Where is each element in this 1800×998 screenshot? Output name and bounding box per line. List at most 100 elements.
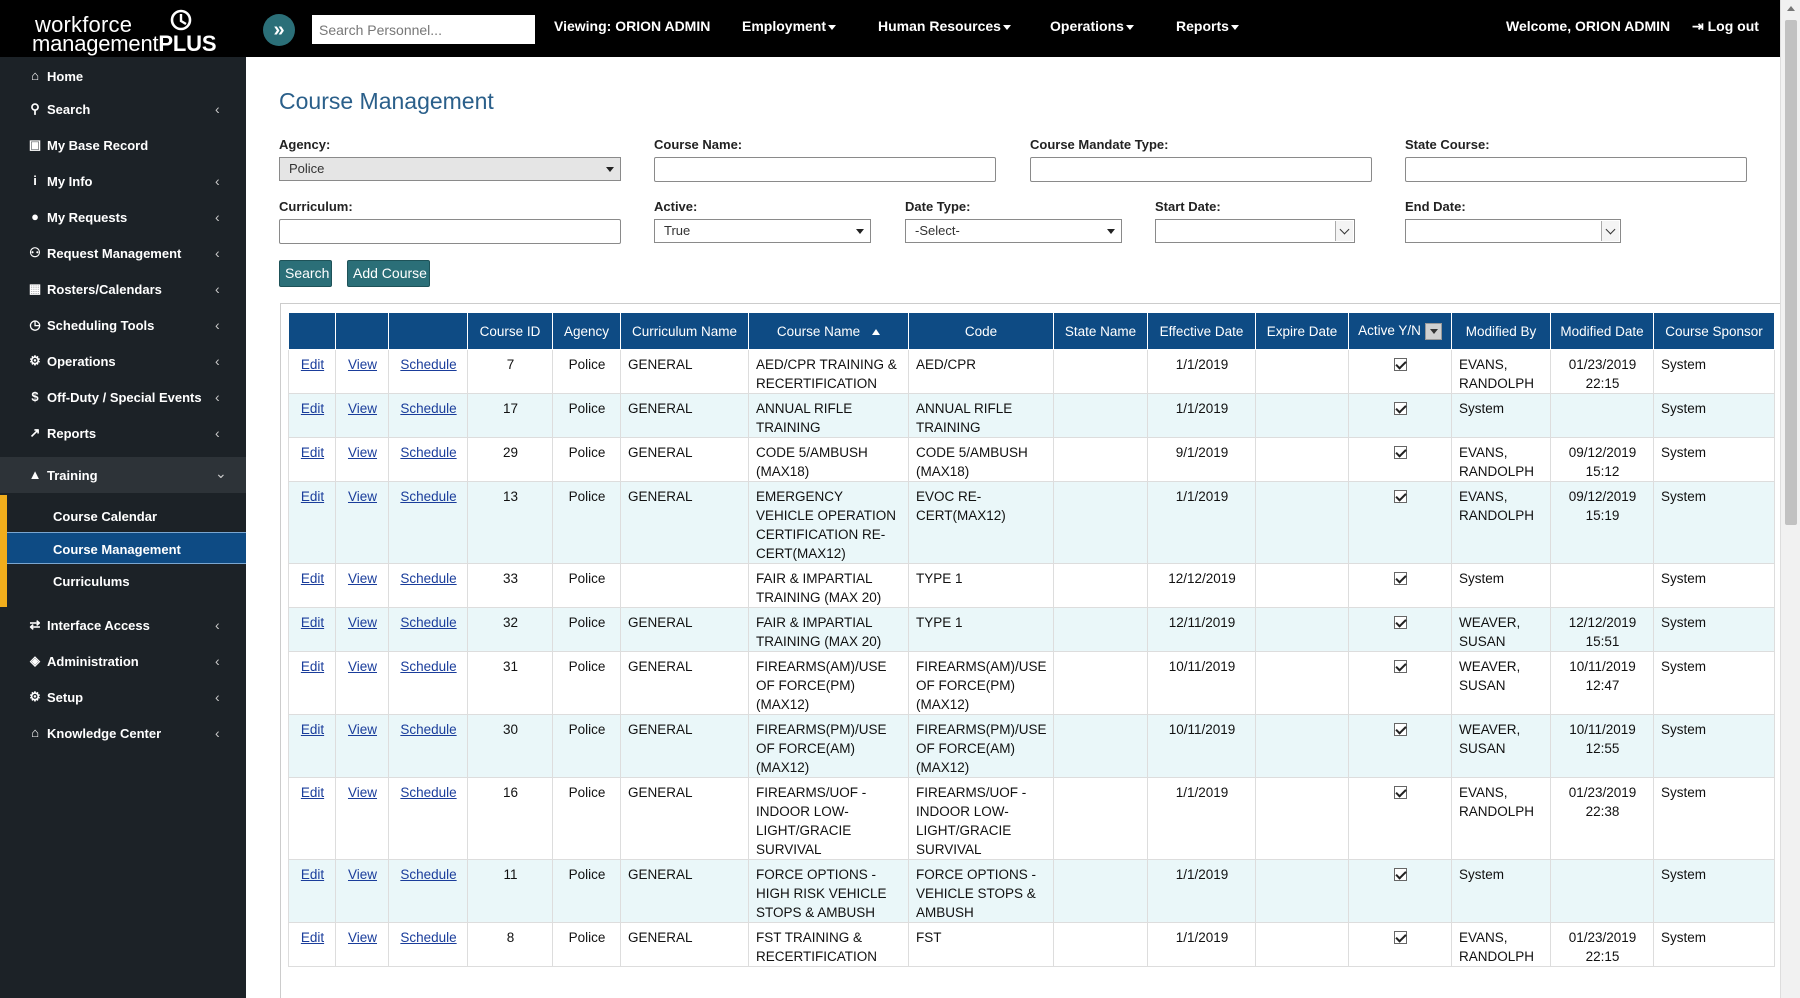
sidebar-item-administration[interactable]: ◈ Administration ‹ (0, 643, 246, 679)
sidebar-item-off-duty-special-events[interactable]: $ Off-Duty / Special Events ‹ (0, 379, 246, 415)
sidebar-toggle-button[interactable]: » (263, 14, 295, 46)
filter-dropdown-icon[interactable] (1424, 322, 1442, 340)
sidebar-item-course-calendar[interactable]: Course Calendar (7, 500, 246, 532)
logout-link[interactable]: ⇥ Log out (1692, 18, 1759, 35)
col-header-modified-by[interactable]: Modified By (1451, 312, 1551, 350)
edit-link[interactable]: Edit (301, 722, 324, 737)
schedule-link[interactable]: Schedule (400, 489, 456, 504)
table-row: Edit View Schedule 29 Police GENERAL CODE 5/AM… (288, 437, 1775, 482)
view-link[interactable]: View (348, 401, 377, 416)
col-header-course-name[interactable]: Course Name (748, 312, 909, 350)
col-header-course-id[interactable]: Course ID (467, 312, 553, 350)
nav-operations[interactable]: Operations (1050, 18, 1134, 34)
col-header-agency[interactable]: Agency (552, 312, 621, 350)
view-link[interactable]: View (348, 357, 377, 372)
course-mandate-type-input[interactable] (1030, 157, 1372, 182)
edit-link[interactable]: Edit (301, 445, 324, 460)
cell-active (1348, 859, 1452, 923)
agency-select[interactable]: Police (279, 157, 621, 181)
schedule-link[interactable]: Schedule (400, 867, 456, 882)
sidebar-item-curriculums[interactable]: Curriculums (7, 565, 246, 597)
chevron-left-icon: ‹ (215, 689, 220, 705)
edit-link[interactable]: Edit (301, 930, 324, 945)
edit-link[interactable]: Edit (301, 867, 324, 882)
schedule-link[interactable]: Schedule (400, 930, 456, 945)
view-link[interactable]: View (348, 659, 377, 674)
course-name-input[interactable] (654, 157, 996, 182)
sidebar-item-home[interactable]: ⌂ Home (0, 58, 246, 94)
sidebar-item-my-base-record[interactable]: ▣ My Base Record (0, 127, 246, 163)
end-date-picker[interactable] (1405, 219, 1621, 243)
sidebar-item-operations[interactable]: ⚙ Operations ‹ (0, 343, 246, 379)
nav-employment[interactable]: Employment (742, 18, 837, 34)
nav-human-resources[interactable]: Human Resources (878, 18, 1011, 34)
schedule-link[interactable]: Schedule (400, 401, 456, 416)
edit-link[interactable]: Edit (301, 659, 324, 674)
cell-agency: Police (552, 922, 621, 967)
chevron-left-icon: ‹ (215, 245, 220, 261)
col-header-curriculum-name[interactable]: Curriculum Name (620, 312, 749, 350)
sidebar-item-reports[interactable]: ↗ Reports ‹ (0, 415, 246, 451)
table-header-row: Course ID Agency Curriculum Name Course … (288, 312, 1775, 350)
cell-code: AED/CPR (908, 349, 1054, 394)
search-personnel-input[interactable] (312, 15, 535, 44)
sidebar-item-knowledge-center[interactable]: ⌂ Knowledge Center ‹ (0, 715, 246, 751)
state-course-input[interactable] (1405, 157, 1747, 182)
scrollbar-thumb[interactable] (1785, 20, 1797, 525)
sidebar-item-rosters-calendars[interactable]: ▦ Rosters/Calendars ‹ (0, 271, 246, 307)
chevron-down-icon[interactable] (1601, 221, 1619, 241)
sidebar-item-my-requests[interactable]: ● My Requests ‹ (0, 199, 246, 235)
cell-effective-date: 12/12/2019 (1147, 563, 1256, 608)
search-button[interactable]: Search (279, 260, 332, 287)
view-link[interactable]: View (348, 445, 377, 460)
edit-link[interactable]: Edit (301, 401, 324, 416)
edit-link[interactable]: Edit (301, 357, 324, 372)
active-checkbox (1394, 358, 1407, 371)
scroll-up-arrow-icon[interactable] (1787, 6, 1795, 11)
sidebar-item-my-info[interactable]: i My Info ‹ (0, 163, 246, 199)
date-type-select[interactable]: -Select- (905, 219, 1122, 243)
view-link[interactable]: View (348, 615, 377, 630)
sidebar-item-request-management[interactable]: ⚇ Request Management ‹ (0, 235, 246, 271)
edit-link[interactable]: Edit (301, 615, 324, 630)
schedule-link[interactable]: Schedule (400, 615, 456, 630)
page-scrollbar[interactable] (1780, 0, 1800, 998)
col-header-active[interactable]: Active Y/N (1348, 312, 1452, 350)
nav-reports[interactable]: Reports (1176, 18, 1239, 34)
schedule-link[interactable]: Schedule (400, 357, 456, 372)
edit-link[interactable]: Edit (301, 785, 324, 800)
schedule-link[interactable]: Schedule (400, 571, 456, 586)
view-link[interactable]: View (348, 867, 377, 882)
sidebar-item-course-management[interactable]: Course Management (7, 532, 246, 564)
view-link[interactable]: View (348, 571, 377, 586)
schedule-link[interactable]: Schedule (400, 659, 456, 674)
cell-modified-by: EVANS, RANDOLPH (1451, 922, 1551, 967)
view-link[interactable]: View (348, 722, 377, 737)
col-header-effective-date[interactable]: Effective Date (1147, 312, 1256, 350)
curriculum-input[interactable] (279, 219, 621, 244)
sidebar-item-scheduling-tools[interactable]: ◷ Scheduling Tools ‹ (0, 307, 246, 343)
chevron-down-icon[interactable] (1335, 221, 1353, 241)
col-header-schedule (388, 312, 468, 350)
view-link[interactable]: View (348, 930, 377, 945)
col-header-expire-date[interactable]: Expire Date (1255, 312, 1349, 350)
app-logo[interactable]: workforce managementPLUS (32, 8, 222, 56)
sidebar-item-setup[interactable]: ⚙ Setup ‹ (0, 679, 246, 715)
view-link[interactable]: View (348, 489, 377, 504)
col-header-modified-date[interactable]: Modified Date (1550, 312, 1654, 350)
view-link[interactable]: View (348, 785, 377, 800)
col-header-code[interactable]: Code (908, 312, 1054, 350)
col-header-state-name[interactable]: State Name (1053, 312, 1148, 350)
add-course-button[interactable]: Add Course (347, 260, 430, 287)
col-header-course-sponsor[interactable]: Course Sponsor (1653, 312, 1775, 350)
start-date-picker[interactable] (1155, 219, 1355, 243)
schedule-link[interactable]: Schedule (400, 722, 456, 737)
schedule-link[interactable]: Schedule (400, 785, 456, 800)
sidebar-item-training[interactable]: ▲ Training ⌄ (0, 457, 246, 493)
sidebar-item-search[interactable]: ⚲ Search ‹ (0, 91, 246, 127)
active-select[interactable]: True (654, 219, 871, 243)
edit-link[interactable]: Edit (301, 571, 324, 586)
schedule-link[interactable]: Schedule (400, 445, 456, 460)
edit-link[interactable]: Edit (301, 489, 324, 504)
sidebar-item-interface-access[interactable]: ⇄ Interface Access ‹ (0, 607, 246, 643)
